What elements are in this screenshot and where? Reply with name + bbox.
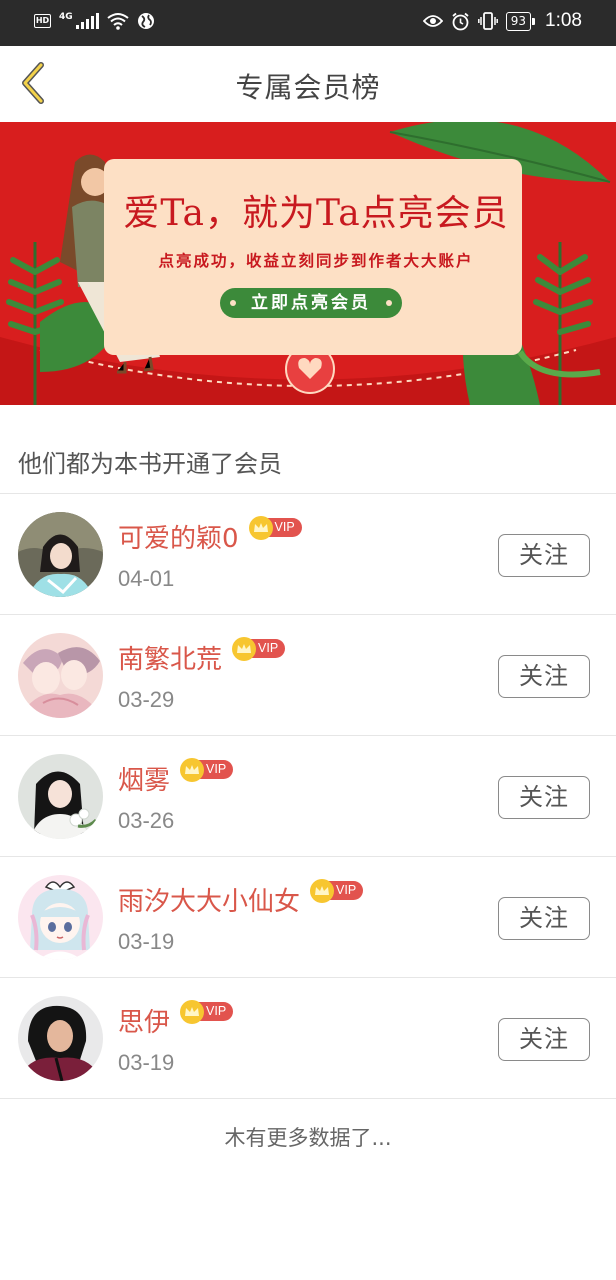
avatar-girl-hanfu-icon [18,512,103,597]
avatar[interactable] [18,633,103,718]
list-item[interactable]: 思伊 VIP 03-19 关注 [0,978,616,1099]
member-name-text: 雨汐大大小仙女 [118,887,301,917]
member-list: 可爱的颖0 VIP 04-01 关注 南繁北荒 VIP 03-29 关注 烟雾 … [0,494,616,1099]
list-item[interactable]: 烟雾 VIP 03-26 关注 [0,736,616,857]
member-name[interactable]: 烟雾 VIP [118,757,234,797]
vibrate-icon [477,12,498,30]
avatar-girl-flowers-icon [18,754,103,839]
crown-icon [310,878,335,903]
status-right-icons: 93 1:08 [422,10,582,32]
vip-badge: VIP [180,757,234,782]
avatar[interactable] [18,512,103,597]
avatar-woman-photo-icon [18,996,103,1081]
vip-badge: VIP [248,515,302,540]
avatar-anime-couple-icon [18,633,103,718]
follow-button[interactable]: 关注 [498,655,590,698]
vip-badge: VIP [232,636,286,661]
page-title: 专属会员榜 [235,71,381,104]
section-heading: 他们都为本书开通了会员 [18,450,282,478]
alarm-icon [452,12,469,30]
member-name-text: 烟雾 [118,766,171,796]
vip-badge: VIP [180,999,234,1024]
member-date: 03-19 [118,929,175,954]
wifi-icon [107,13,129,30]
member-name[interactable]: 可爱的颖0 VIP [118,515,302,555]
clock-time: 1:08 [545,10,582,31]
hd-icon: HD [34,14,51,28]
battery-icon: 93 [505,11,536,31]
vip-badge: VIP [310,878,364,903]
member-date: 04-01 [118,566,175,591]
avatar-cartoon-girl-icon [18,875,103,960]
member-date: 03-19 [118,1050,175,1075]
network-type: 4G [59,12,73,22]
follow-button[interactable]: 关注 [498,776,590,819]
member-name[interactable]: 雨汐大大小仙女 VIP [118,878,364,918]
eye-icon [422,15,443,27]
member-date: 03-29 [118,687,175,712]
member-name-text: 南繁北荒 [118,645,223,675]
crown-icon [180,757,205,782]
banner-headline: 爱Ta，就为Ta点亮会员 [123,193,509,234]
avatar[interactable] [18,996,103,1081]
follow-button[interactable]: 关注 [498,897,590,940]
crown-icon [232,636,257,661]
no-more-data-text: 木有更多数据了... [224,1126,392,1150]
member-name[interactable]: 思伊 VIP [118,999,234,1039]
status-bar: HD 4G 93 1:08 [0,0,616,46]
globe-icon [137,13,154,29]
follow-button[interactable]: 关注 [498,534,590,577]
member-name-text: 可爱的颖0 [118,524,239,554]
follow-button[interactable]: 关注 [498,1018,590,1061]
status-left-icons: HD 4G [34,12,155,30]
crown-icon [248,515,273,540]
avatar[interactable] [18,875,103,960]
list-item[interactable]: 雨汐大大小仙女 VIP 03-19 关注 [0,857,616,978]
header-bar: 专属会员榜 [0,46,616,122]
avatar[interactable] [18,754,103,839]
member-date: 03-26 [118,808,175,833]
activate-vip-button[interactable]: 立即点亮会员 [220,288,402,318]
member-name-text: 思伊 [118,1008,171,1038]
list-item[interactable]: 可爱的颖0 VIP 04-01 关注 [0,494,616,615]
crown-icon [180,999,205,1024]
list-item[interactable]: 南繁北荒 VIP 03-29 关注 [0,615,616,736]
vip-promo-banner[interactable]: 爱Ta，就为Ta点亮会员 点亮成功，收益立刻同步到作者大大账户 立即点亮会员 [0,122,616,405]
banner-subtitle: 点亮成功，收益立刻同步到作者大大账户 [158,252,474,270]
member-name[interactable]: 南繁北荒 VIP [118,636,286,676]
signal-icon [75,13,99,29]
